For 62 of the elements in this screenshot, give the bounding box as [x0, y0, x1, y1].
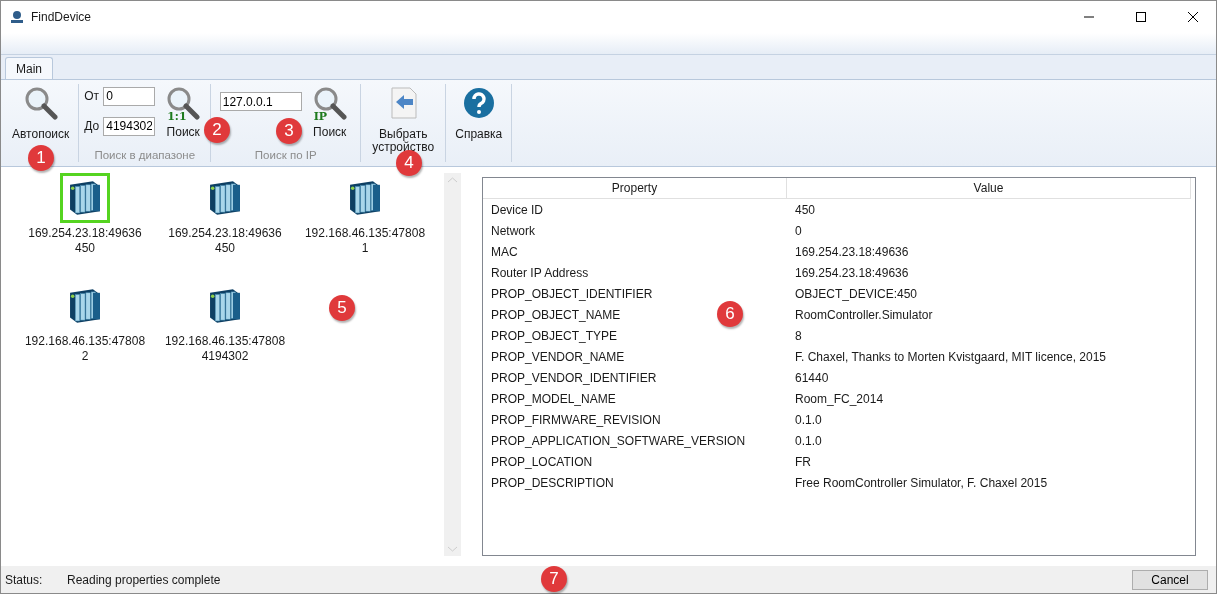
callout-marker: 5 — [329, 295, 355, 321]
value-cell-text: 0 — [794, 222, 803, 240]
value-cell-text: FR — [794, 453, 812, 471]
help-button[interactable]: Справка — [451, 84, 507, 143]
value-cell-text: 169.254.23.18:49636 — [794, 243, 910, 261]
device-label: 192.168.46.135:47808 2 — [24, 334, 146, 364]
status-label: Status: — [5, 572, 44, 587]
search-icon — [23, 86, 58, 120]
status-message: Reading properties complete — [67, 572, 221, 587]
value-cell-text: Free RoomController Simulator, F. Chaxel 2015 — [794, 474, 1049, 492]
property-cell-text: Device ID — [490, 201, 544, 219]
cancel-button[interactable]: Cancel — [1132, 569, 1208, 590]
property-cell-text: PROP_FIRMWARE_REVISION — [490, 411, 662, 429]
property-cell-text: PROP_OBJECT_IDENTIFIER — [490, 285, 654, 303]
to-label: До — [84, 119, 100, 133]
value-cell-text: 61440 — [794, 369, 830, 387]
group-caption: Поиск по IP — [254, 149, 317, 162]
from-field[interactable]: 0 — [103, 86, 156, 106]
group-caption: Поиск в диапазоне — [94, 149, 196, 162]
property-cell-text: PROP_OBJECT_TYPE — [490, 327, 619, 345]
device-label: 192.168.46.135:47808 1 — [304, 226, 426, 256]
close-icon — [1188, 12, 1198, 22]
search-icon — [312, 86, 347, 120]
device-icon[interactable] — [60, 173, 110, 223]
property-cell-text: PROP_OBJECT_NAME — [490, 306, 622, 324]
maximize-icon — [1136, 12, 1146, 22]
ip-field[interactable]: 127.0.0.1 — [219, 92, 302, 111]
property-cell-text: PROP_MODEL_NAME — [490, 390, 617, 408]
ip-search-button[interactable]: IP Поиск — [307, 84, 352, 141]
device-label: 169.254.23.18:49636 450 — [168, 226, 282, 256]
from-label: От — [84, 89, 100, 103]
property-cell-text: Network — [490, 222, 536, 240]
to-field[interactable]: 4194302 — [103, 116, 156, 136]
range-search-button[interactable]: 1:1 Поиск — [161, 84, 206, 141]
property-cell-text: PROP_VENDOR_IDENTIFIER — [490, 369, 658, 387]
callout-marker: 6 — [717, 301, 743, 327]
value-cell-text: 0.1.0 — [794, 411, 823, 429]
value-cell-text: 450 — [794, 201, 817, 219]
column-header[interactable]: Value — [787, 178, 1191, 198]
device-label: 192.168.46.135:47808 4194302 — [164, 334, 286, 364]
ribbon-tab[interactable]: Main — [5, 57, 53, 79]
property-cell-text: PROP_APPLICATION_SOFTWARE_VERSION — [490, 432, 747, 450]
value-cell-text: Room_FC_2014 — [794, 390, 885, 408]
value-cell-text: 8 — [794, 327, 803, 345]
value-cell-text: 169.254.23.18:49636 — [794, 264, 910, 282]
value-cell-text: OBJECT_DEVICE:450 — [794, 285, 919, 303]
property-cell-text: MAC — [490, 243, 519, 261]
value-cell-text: F. Chaxel, Thanks to Morten Kvistgaard, MIT licence, 2015 — [794, 348, 1108, 366]
value-cell-text: RoomController.Simulator — [794, 306, 934, 324]
property-cell-text: PROP_VENDOR_NAME — [490, 348, 626, 366]
device-label: 169.254.23.18:49636 450 — [28, 226, 142, 256]
property-cell-text: Router IP Address — [490, 264, 590, 282]
search-icon — [166, 86, 201, 120]
property-cell-text: PROP_LOCATION — [490, 453, 594, 471]
value-cell-text: 0.1.0 — [794, 432, 823, 450]
autosearch-button[interactable]: Автопоиск — [8, 84, 74, 143]
callout-marker: 4 — [396, 150, 422, 176]
column-header[interactable]: Property — [483, 178, 787, 198]
help-icon — [461, 86, 496, 120]
property-cell-text: PROP_DESCRIPTION — [490, 474, 615, 492]
window-title: FindDevice — [31, 10, 93, 24]
app-logo-icon — [9, 9, 25, 25]
